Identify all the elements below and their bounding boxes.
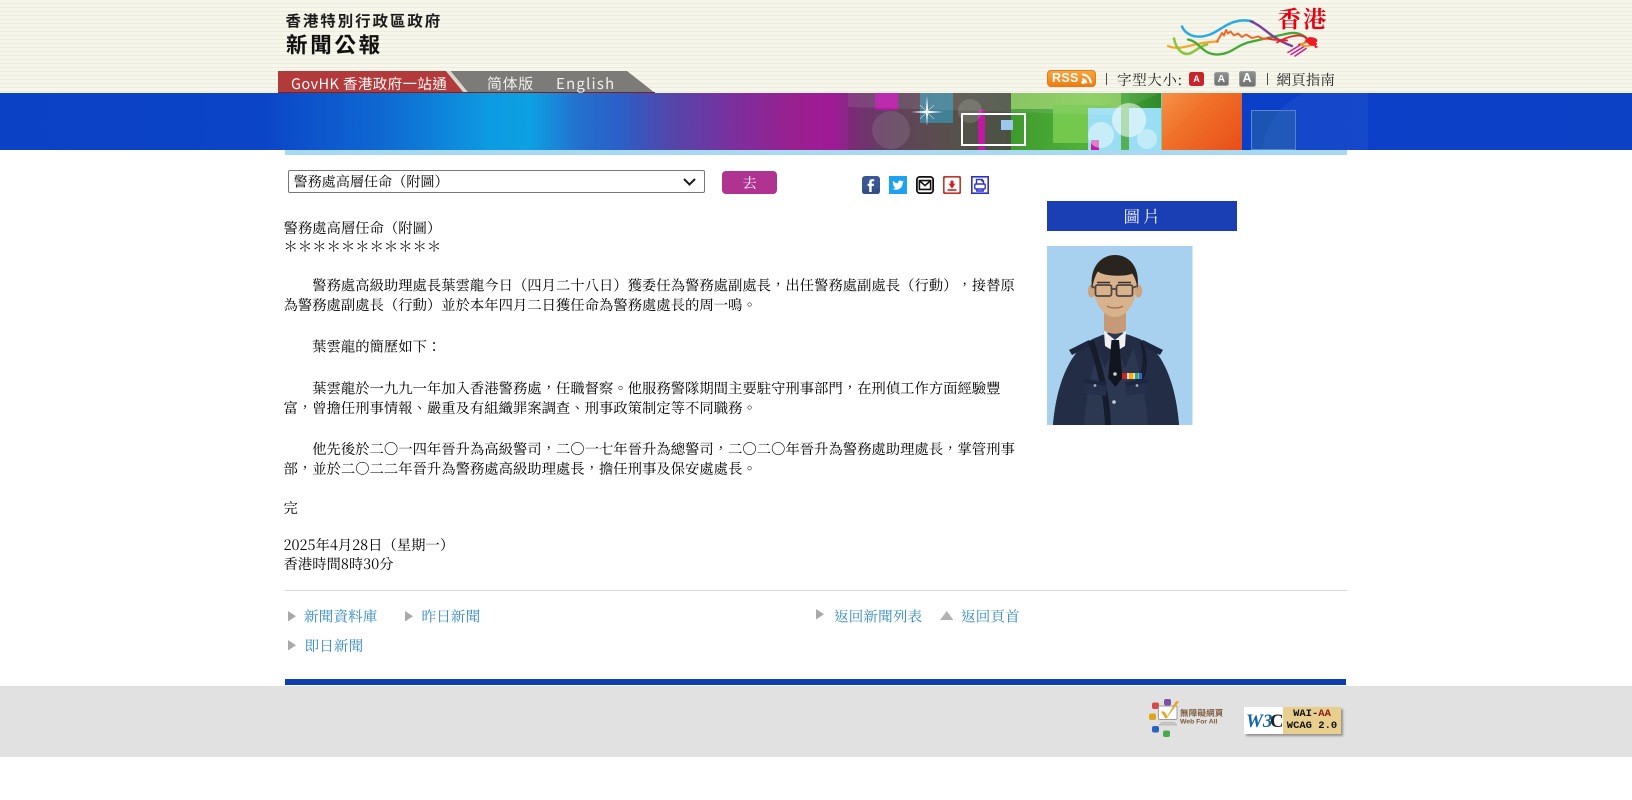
svg-text:C: C xyxy=(1270,711,1282,732)
svg-text:Web For All: Web For All xyxy=(1180,719,1217,726)
svg-text:W3: W3 xyxy=(1246,711,1272,732)
